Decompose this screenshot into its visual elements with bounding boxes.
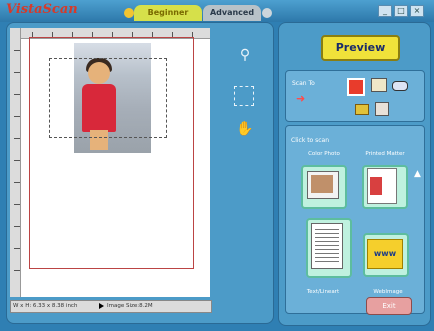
select-tool-icon[interactable] <box>234 86 254 106</box>
status-bar: W x H: 6.33 x 8.38 inch Image Size:8.2M <box>10 300 212 313</box>
text-document-icon <box>311 223 343 269</box>
mouse-cursor-icon: ▲ <box>414 169 421 179</box>
status-image-size: Image Size:8.2M <box>107 303 153 309</box>
mail-icon[interactable] <box>392 81 408 91</box>
folder-icon[interactable] <box>355 104 369 115</box>
arrow-right-icon: ➜ <box>296 92 306 105</box>
status-dimensions: W x H: 6.33 x 8.38 inch <box>13 303 78 309</box>
text-lineart-label: Text/Lineart <box>306 289 340 295</box>
selection-frame[interactable] <box>49 58 167 138</box>
minimize-button[interactable]: _ <box>378 5 392 17</box>
printed-matter-thumb <box>370 177 382 195</box>
web-image-label: WebImage <box>373 289 403 295</box>
color-photo-label: Color Photo <box>308 151 340 157</box>
restore-button[interactable]: □ <box>394 5 408 17</box>
printer-icon[interactable] <box>371 78 387 92</box>
app-logo: VistaScan <box>6 2 78 17</box>
status-arrow-icon <box>99 303 104 309</box>
tab-advanced[interactable]: Advanced <box>203 5 261 21</box>
exit-button[interactable]: Exit <box>366 297 412 315</box>
click-to-scan-label: Click to scan <box>291 137 330 144</box>
printed-matter-label: Printed Matter <box>365 151 405 157</box>
scan-to-label: Scan To <box>292 80 315 87</box>
tab-knob-right <box>262 8 272 18</box>
tab-beginner[interactable]: Beginner <box>134 5 202 21</box>
preview-button[interactable]: Preview <box>321 35 400 61</box>
close-button[interactable]: × <box>410 5 424 17</box>
hand-tool-icon[interactable]: ✋ <box>234 118 256 140</box>
network-icon[interactable] <box>375 102 389 116</box>
ruler-vertical <box>10 28 21 297</box>
zoom-tool-icon[interactable]: ⚲ <box>234 44 256 66</box>
color-photo-thumb <box>311 175 333 193</box>
tab-knob-left <box>124 8 134 18</box>
web-image-icon: www <box>367 239 403 269</box>
destination-selected-icon[interactable] <box>347 78 365 96</box>
